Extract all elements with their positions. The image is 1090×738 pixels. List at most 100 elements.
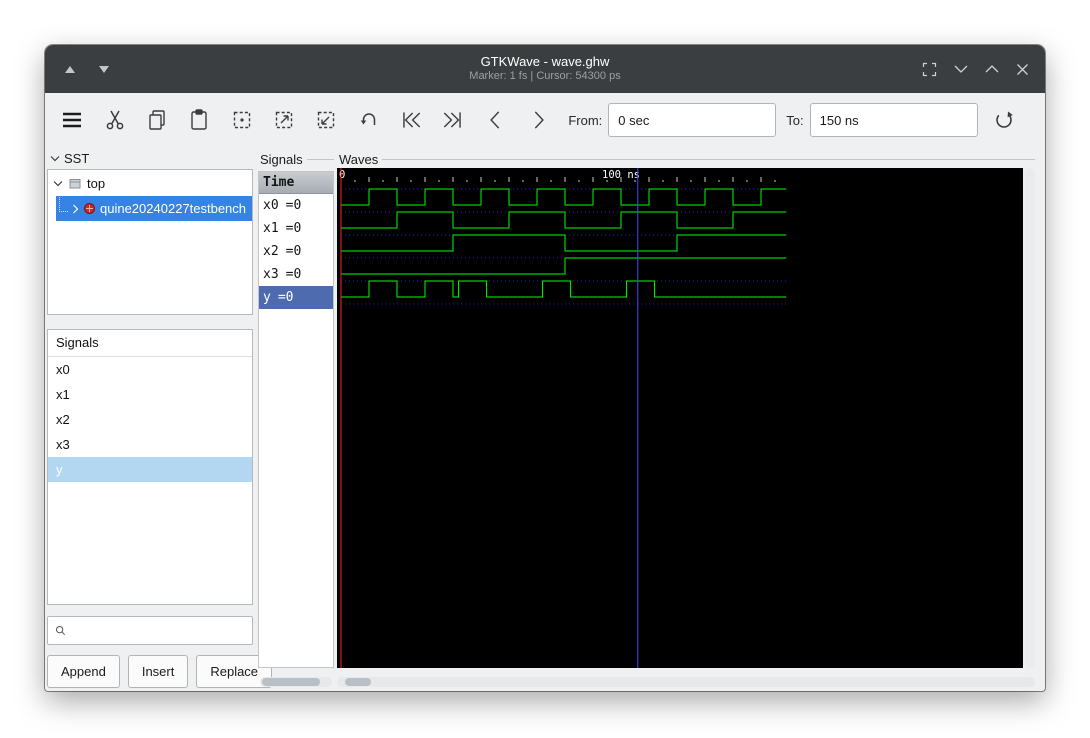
step-left-button[interactable] xyxy=(482,105,510,135)
gtkwave-window: GTKWave - wave.ghw Marker: 1 fs | Cursor… xyxy=(45,45,1045,691)
module-icon xyxy=(69,178,81,188)
from-label: From: xyxy=(568,112,603,128)
scrollbar-thumb[interactable] xyxy=(262,678,320,686)
scrollbar-thumb[interactable] xyxy=(345,678,371,686)
waveform-canvas[interactable]: 0 100 ns xyxy=(337,168,1023,668)
zoom-out-button[interactable] xyxy=(312,105,340,135)
signal-values-list: Time x0 =0 x1 =0 x2 =0 x3 =0 y =0 xyxy=(258,171,334,668)
reload-button[interactable] xyxy=(990,105,1018,135)
tree-item-top-label: top xyxy=(87,175,106,191)
signal-value: =0 xyxy=(285,244,302,259)
sst-label: SST xyxy=(64,150,90,166)
to-start-icon xyxy=(403,112,421,128)
titlebar-left-controls xyxy=(65,45,109,93)
signal-list-item[interactable]: x0 xyxy=(48,357,252,382)
paste-button[interactable] xyxy=(185,105,213,135)
tile-window-icon[interactable] xyxy=(922,62,937,77)
signal-list-item[interactable]: x1 xyxy=(48,382,252,407)
shade-up-icon[interactable] xyxy=(65,65,75,73)
signal-value: =0 xyxy=(285,221,302,236)
undo-button[interactable] xyxy=(355,105,383,135)
wave-signal-row[interactable]: x3 =0 xyxy=(259,263,333,286)
signal-name: y xyxy=(263,290,271,305)
expander-chevron-icon xyxy=(53,180,63,186)
search-icon xyxy=(55,625,66,636)
waves-panel: Waves 0 100 ns xyxy=(337,147,1035,691)
svg-text:0: 0 xyxy=(339,169,345,181)
cut-button[interactable] xyxy=(100,105,128,135)
paste-icon xyxy=(191,109,207,130)
window-title: GTKWave - wave.ghw xyxy=(480,54,610,69)
insert-button[interactable]: Insert xyxy=(127,655,189,688)
wave-signal-row[interactable]: x2 =0 xyxy=(259,240,333,263)
copy-icon xyxy=(149,110,165,130)
to-label: To: xyxy=(786,112,804,128)
waves-vertical-scrollbar[interactable] xyxy=(1025,168,1035,668)
signal-value: =0 xyxy=(277,290,294,305)
signals-horizontal-scrollbar[interactable] xyxy=(260,677,332,687)
signals-frame-label: Signals xyxy=(260,151,303,167)
copy-button[interactable] xyxy=(143,105,171,135)
time-column-header: Time xyxy=(259,172,333,194)
maximize-icon[interactable] xyxy=(985,64,999,74)
titlebar-caption: GTKWave - wave.ghw Marker: 1 fs | Cursor… xyxy=(469,54,620,84)
waves-horizontal-scrollbar[interactable] xyxy=(337,677,1035,687)
menu-icon xyxy=(63,112,82,128)
signal-list-item[interactable]: x2 xyxy=(48,407,252,432)
waves-frame-label: Waves xyxy=(339,151,379,167)
zoom-fit-button[interactable] xyxy=(227,105,255,135)
minimize-icon[interactable] xyxy=(954,64,968,74)
append-button[interactable]: Append xyxy=(47,655,120,688)
toolbar: From: To: xyxy=(45,93,1045,147)
waves-frame-header: Waves xyxy=(337,151,1035,167)
zoom-out-icon xyxy=(318,111,335,129)
to-end-button[interactable] xyxy=(439,105,467,135)
tree-item-testbench[interactable]: quine20240227testbench xyxy=(56,196,252,221)
titlebar-right-controls xyxy=(922,45,1029,93)
signal-list-item[interactable]: x3 xyxy=(48,432,252,457)
zoom-fit-icon xyxy=(233,111,250,129)
from-input[interactable] xyxy=(608,103,777,137)
main-area: SST top quine20240227testbench Signals x… xyxy=(45,147,1045,691)
wave-signal-row[interactable]: x0 =0 xyxy=(259,194,333,217)
signals-values-panel: Signals Time x0 =0 x1 =0 x2 =0 x3 =0 y =0 xyxy=(258,147,334,691)
menu-button[interactable] xyxy=(58,105,86,135)
signal-name: x3 xyxy=(263,267,279,282)
tree-item-top[interactable]: top xyxy=(48,170,252,196)
wave-signal-row[interactable]: y =0 xyxy=(259,286,333,309)
step-right-icon xyxy=(534,111,544,129)
frame-divider xyxy=(306,158,334,160)
sst-header[interactable]: SST xyxy=(47,147,255,169)
search-input[interactable] xyxy=(72,622,252,639)
svg-text:100 ns: 100 ns xyxy=(602,169,640,181)
expander-right-icon xyxy=(73,204,79,213)
frame-divider xyxy=(382,158,1035,160)
chevron-down-icon xyxy=(50,155,60,161)
signal-value: =0 xyxy=(285,267,302,282)
cut-icon xyxy=(106,110,123,130)
titlebar[interactable]: GTKWave - wave.ghw Marker: 1 fs | Cursor… xyxy=(45,45,1045,93)
component-icon xyxy=(84,203,95,214)
wave-signal-row[interactable]: x1 =0 xyxy=(259,217,333,240)
tree-item-testbench-label: quine20240227testbench xyxy=(100,201,247,216)
tree-connector xyxy=(59,197,68,212)
shade-down-icon[interactable] xyxy=(99,65,109,73)
to-input[interactable] xyxy=(809,103,978,137)
filter-buttons: Append Insert Replace xyxy=(47,655,273,688)
reload-icon xyxy=(995,111,1013,128)
signal-search-box xyxy=(47,616,253,645)
step-left-icon xyxy=(489,111,499,129)
to-start-button[interactable] xyxy=(397,105,425,135)
sst-panel: SST top quine20240227testbench Signals x… xyxy=(47,147,273,691)
undo-icon xyxy=(360,113,375,125)
window-status: Marker: 1 fs | Cursor: 54300 ps xyxy=(469,70,621,83)
signal-filter-list: Signals x0 x1 x2 x3 y xyxy=(47,329,253,605)
signal-name: x2 xyxy=(263,244,279,259)
signal-name: x0 xyxy=(263,198,279,213)
signals-frame-header: Signals xyxy=(258,151,334,167)
close-icon[interactable] xyxy=(1016,63,1029,76)
signal-list-item[interactable]: y xyxy=(48,457,252,482)
step-right-button[interactable] xyxy=(524,105,552,135)
zoom-in-button[interactable] xyxy=(270,105,298,135)
zoom-in-icon xyxy=(275,111,293,129)
